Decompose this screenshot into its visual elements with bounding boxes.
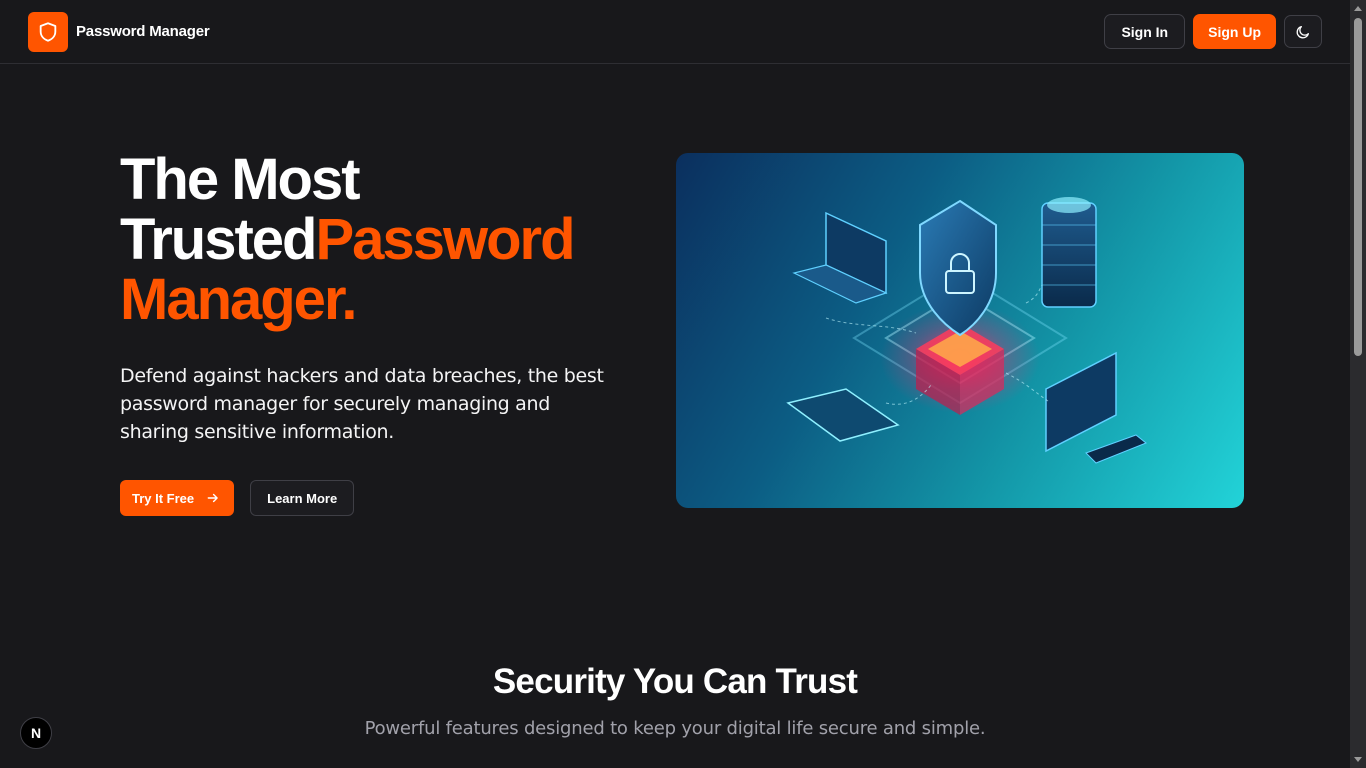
arrow-right-icon — [207, 493, 218, 503]
hero-title-password: Password — [315, 207, 576, 272]
features-subtitle: Powerful features designed to keep your … — [364, 718, 986, 739]
scroll-down-icon[interactable] — [1354, 757, 1362, 762]
hero-title-line1: The Most — [120, 147, 361, 212]
brand-name: Password Manager — [76, 23, 210, 40]
hero-title-manager: Manager. — [120, 267, 357, 332]
cybersecurity-illustration — [676, 153, 1244, 508]
hero-description: Defend against hackers and data breaches… — [120, 365, 604, 443]
shield-icon — [28, 11, 68, 52]
sign-up-button[interactable]: Sign Up — [1193, 14, 1276, 49]
try-it-free-label: Try It Free — [132, 490, 195, 506]
brand[interactable]: Password Manager — [28, 11, 210, 52]
learn-more-button[interactable]: Learn More — [250, 480, 355, 516]
hero-ctas: Try It Free Learn More — [120, 480, 355, 516]
scroll-thumb[interactable] — [1354, 18, 1362, 356]
site-header: Password Manager Sign In Sign Up — [0, 0, 1350, 64]
dev-tools-badge[interactable]: N — [20, 717, 52, 749]
features-title: Security You Can Trust — [492, 662, 858, 701]
hero-title: The Most TrustedPassword Manager. — [120, 150, 640, 330]
moon-icon — [1296, 25, 1309, 38]
nav-actions: Sign In Sign Up — [1104, 14, 1322, 49]
page-scrollbar[interactable] — [1350, 0, 1366, 768]
scroll-up-icon[interactable] — [1354, 6, 1362, 11]
theme-toggle-button[interactable] — [1284, 15, 1322, 48]
try-it-free-button[interactable]: Try It Free — [120, 480, 235, 516]
hero-title-trusted: Trusted — [120, 207, 317, 272]
sign-in-button[interactable]: Sign In — [1104, 14, 1186, 49]
